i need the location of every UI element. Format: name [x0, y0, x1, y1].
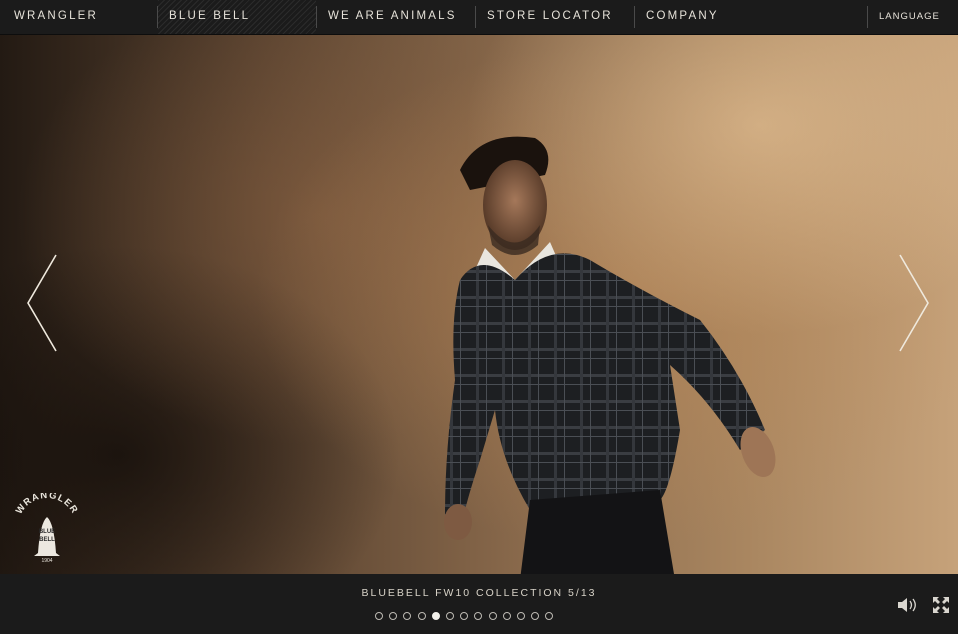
slideshow-controls: BLUEBELL FW10 COLLECTION 5/13	[0, 574, 958, 634]
nav-item-company[interactable]: COMPANY	[646, 0, 786, 34]
slide-caption: BLUEBELL FW10 COLLECTION 5/13	[361, 587, 597, 599]
pagination-dot[interactable]	[445, 612, 454, 620]
pagination-dot[interactable]	[545, 612, 554, 620]
pagination-dot[interactable]	[502, 612, 511, 620]
logo-text-blue: BLUE	[39, 529, 55, 535]
nav-item-store-locator[interactable]: STORE LOCATOR	[487, 0, 627, 34]
nav-item-wrangler[interactable]: WRANGLER	[14, 0, 154, 34]
pagination-dot[interactable]	[460, 612, 469, 620]
fullscreen-icon[interactable]	[930, 596, 952, 614]
wrangler-blue-bell-logo-icon: WRANGLER BLUE BELL 1904	[14, 493, 80, 563]
nav-divider	[634, 6, 635, 28]
pagination-dot[interactable]	[375, 612, 383, 620]
slideshow-stage: WRANGLER BLUE BELL 1904	[0, 35, 958, 574]
pagination-dot[interactable]	[531, 612, 540, 620]
pagination-dot[interactable]	[474, 612, 483, 620]
logo-arc-text: WRANGLER	[14, 493, 79, 516]
pagination-dot[interactable]	[488, 612, 497, 620]
chevron-left-icon[interactable]	[24, 253, 60, 353]
nav-divider	[475, 6, 476, 28]
nav-divider	[316, 6, 317, 28]
pagination-dot[interactable]	[389, 612, 398, 620]
nav-divider	[867, 6, 868, 28]
model-photo	[444, 136, 776, 574]
pagination-dot[interactable]	[516, 612, 525, 620]
pagination-dot[interactable]	[417, 612, 426, 620]
svg-text:WRANGLER: WRANGLER	[14, 493, 80, 516]
nav-item-we-are-animals[interactable]: WE ARE ANIMALS	[328, 0, 468, 34]
top-navigation: WRANGLER BLUE BELL WE ARE ANIMALS STORE …	[0, 0, 958, 35]
language-selector[interactable]: LANGUAGE	[879, 0, 949, 34]
logo-year: 1904	[41, 558, 52, 563]
chevron-right-icon[interactable]	[896, 253, 932, 353]
logo-text-bell: BELL	[39, 537, 55, 543]
nav-item-blue-bell[interactable]: BLUE BELL	[158, 0, 316, 34]
pagination-dot[interactable]	[403, 612, 412, 620]
speaker-icon[interactable]	[897, 596, 919, 614]
pagination-dot[interactable]	[431, 612, 440, 620]
slide-pagination	[375, 612, 554, 620]
